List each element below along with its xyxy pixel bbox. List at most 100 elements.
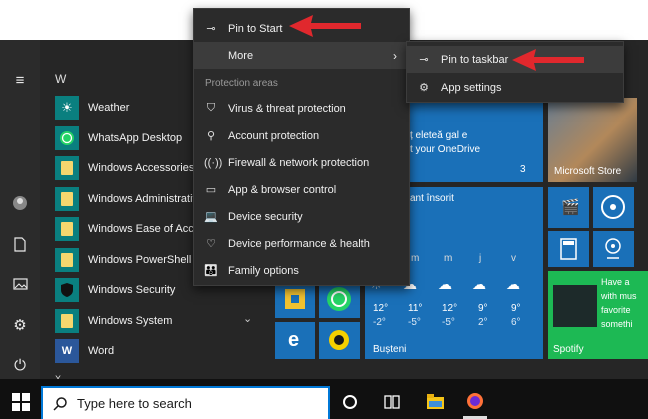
movies-tile[interactable]: 🎬	[548, 187, 589, 228]
pin-to-start-label: Pin to Start	[228, 22, 283, 35]
pin-icon: ⊸	[419, 54, 429, 66]
app-windows-system[interactable]: Windows System	[55, 306, 265, 336]
menu-item-label: Device performance & health	[228, 237, 370, 250]
start-rail: ≡ ⚙ ⏻	[0, 40, 40, 379]
forecast-high: 12°	[442, 303, 458, 314]
forecast-high: 11°	[408, 303, 423, 314]
pin-icon: ⊸	[206, 23, 216, 35]
menu-item-label: Family options	[228, 264, 299, 277]
menu-item-label: App & browser control	[228, 183, 337, 196]
laptop-icon: 💻	[204, 211, 218, 223]
menu-item-label: Firewall & network protection	[228, 156, 370, 169]
red-arrow-pin-to-taskbar	[512, 49, 584, 71]
groove-tile[interactable]	[593, 187, 634, 228]
camera-tile[interactable]	[593, 231, 634, 267]
pictures-icon[interactable]	[8, 272, 32, 296]
app-label: Windows Accessories	[88, 162, 195, 174]
cyberlink-icon	[329, 330, 349, 350]
gear-icon: ⚙	[419, 82, 429, 94]
account-protection-item[interactable]: ⚲ Account protection	[194, 122, 409, 149]
search-box[interactable]: Type here to search	[41, 386, 330, 419]
forecast-day: v	[511, 253, 516, 264]
forecast-day: m	[444, 253, 453, 264]
hamburger-icon[interactable]: ≡	[8, 68, 32, 92]
red-arrow-pin-to-start	[289, 15, 361, 37]
rain-cloud-icon: ☁	[472, 276, 486, 292]
firewall-item[interactable]: ((·)) Firewall & network protection	[194, 149, 409, 176]
file-explorer-icon[interactable]	[427, 394, 444, 409]
more-label: More	[228, 49, 254, 62]
search-placeholder: Type here to search	[77, 396, 192, 411]
whatsapp-icon	[55, 126, 79, 150]
weather-city: Bușteni	[373, 344, 407, 355]
wireless-icon: ((·))	[204, 156, 223, 169]
app-browser-control-item[interactable]: ▭ App & browser control	[194, 176, 409, 203]
movies-icon: 🎬	[561, 199, 580, 216]
album-art	[553, 285, 597, 327]
documents-icon[interactable]	[8, 232, 32, 256]
forecast-low: -5°	[408, 317, 421, 328]
settings-icon[interactable]: ⚙	[8, 313, 32, 337]
spotify-label: Spotify	[553, 344, 584, 355]
forecast-low: 2°	[478, 317, 488, 328]
weather-header: ant însorit	[410, 193, 454, 204]
cloud-icon: ☁	[438, 276, 452, 292]
app-settings-item[interactable]: ⚙ App settings	[407, 74, 623, 101]
shield-icon	[55, 278, 79, 302]
heart-icon: ♡	[206, 238, 216, 250]
forecast-high: 12°	[373, 303, 389, 314]
menu-item-label: Account protection	[228, 129, 320, 142]
virus-threat-item[interactable]: ⛉ Virus & threat protection	[194, 95, 409, 122]
forecast-high: 9°	[478, 303, 488, 314]
folder-icon	[55, 309, 79, 333]
search-icon	[53, 396, 67, 411]
app-label: Windows System	[88, 315, 173, 327]
spotify-text: somethi	[601, 319, 633, 329]
chevron-down-icon[interactable]: ⌄	[243, 312, 252, 325]
folder-icon	[55, 156, 79, 180]
user-avatar[interactable]	[8, 191, 32, 215]
microsoft-store-tile[interactable]: Microsoft Store	[548, 98, 637, 182]
family-options-item[interactable]: 👪 Family options	[194, 257, 409, 284]
app-label: Windows Ease of Access	[88, 223, 208, 235]
forecast-low: -5°	[442, 317, 455, 328]
browser-window-icon: ▭	[205, 184, 217, 196]
forecast-day: m	[411, 253, 420, 264]
spotify-text: Have a	[601, 277, 630, 287]
edge-icon: e	[288, 329, 300, 351]
windows-start-icon[interactable]	[12, 393, 30, 411]
spotify-text: favorite	[601, 305, 631, 315]
person-icon: ⚲	[206, 130, 216, 142]
rain-cloud-icon: ☁	[506, 276, 520, 292]
spotify-tile[interactable]: Have a with mus favorite somethi Spotify	[548, 271, 648, 359]
app-word[interactable]: W Word	[55, 336, 265, 366]
music-disc-icon	[601, 195, 625, 219]
more-item[interactable]: More ›	[194, 42, 409, 69]
store-label: Microsoft Store	[554, 166, 622, 177]
task-view-icon[interactable]	[384, 395, 400, 409]
menu-item-label: Virus & threat protection	[228, 102, 346, 115]
folder-icon	[55, 248, 79, 272]
app-tile[interactable]	[319, 322, 360, 359]
app-label: WhatsApp Desktop	[88, 132, 183, 144]
context-menu: ⊸ Pin to Start More › Protection areas ⛉…	[193, 8, 410, 286]
device-performance-item[interactable]: ♡ Device performance & health	[194, 230, 409, 257]
pin-to-taskbar-label: Pin to taskbar	[441, 53, 509, 66]
chevron-right-icon: ›	[393, 48, 397, 63]
cortana-icon[interactable]	[343, 395, 357, 409]
app-label: Windows PowerShell	[88, 254, 192, 266]
device-security-item[interactable]: 💻 Device security	[194, 203, 409, 230]
word-icon: W	[55, 339, 79, 363]
forecast-day: j	[479, 253, 482, 264]
firefox-icon[interactable]	[466, 392, 484, 410]
app-label: Weather	[88, 102, 130, 114]
app-label: Windows Administrative Tools	[88, 193, 208, 205]
power-icon[interactable]: ⏻	[8, 353, 32, 377]
edge-tile[interactable]: e	[275, 322, 315, 359]
calculator-tile[interactable]	[548, 231, 589, 267]
onedrive-line1: ț eleteă gal e	[410, 130, 468, 141]
onedrive-count: 3	[520, 164, 526, 175]
shield-icon: ⛉	[206, 102, 216, 114]
calculator-icon	[560, 238, 577, 260]
letter-header-w[interactable]: W	[55, 72, 66, 86]
